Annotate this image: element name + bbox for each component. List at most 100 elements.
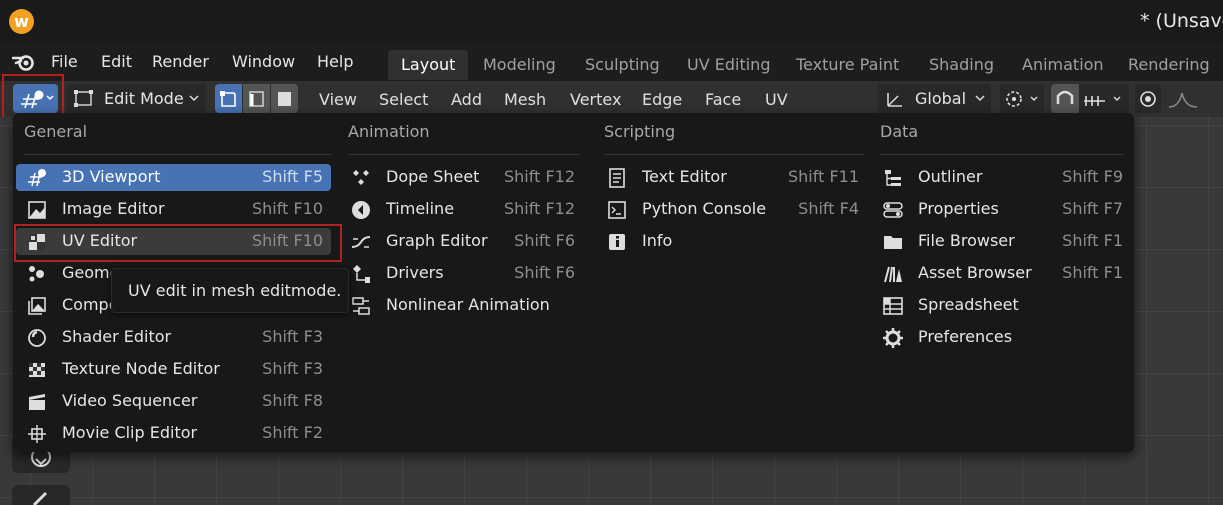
- proportional-editing-icon: [1140, 91, 1156, 107]
- header-menu-face[interactable]: Face: [705, 90, 741, 109]
- mode-dropdown[interactable]: Edit Mode: [67, 84, 206, 113]
- menu-render[interactable]: Render: [152, 52, 209, 71]
- header-menu-uv[interactable]: UV: [765, 90, 788, 109]
- movie-clip-editor-icon: [28, 425, 46, 443]
- menu-item-texture-node-editor[interactable]: Texture Node Editor Shift F3: [16, 356, 331, 383]
- tab-layout[interactable]: Layout: [388, 50, 469, 80]
- asset-browser-icon: [884, 266, 902, 283]
- header-menu-add[interactable]: Add: [451, 90, 482, 109]
- menu-item-preferences[interactable]: Preferences: [872, 324, 1131, 351]
- menu-item-shader-editor[interactable]: Shader Editor Shift F3: [16, 324, 331, 351]
- column-header-data: Data: [880, 122, 919, 141]
- divider: [24, 154, 332, 155]
- tool-button-annotate[interactable]: [12, 485, 70, 505]
- vertex-select-icon: [220, 91, 236, 107]
- menu-item-3d-viewport[interactable]: 3D Viewport Shift F5: [16, 164, 331, 191]
- text-editor-icon: [609, 168, 625, 188]
- python-console-icon: [608, 201, 626, 219]
- properties-icon: [883, 202, 903, 218]
- tab-shading[interactable]: Shading: [916, 50, 1007, 80]
- geometry-node-editor-icon: [29, 266, 44, 282]
- menu-item-dope-sheet[interactable]: Dope Sheet Shift F12: [340, 164, 583, 191]
- title-bar: w * (Unsave: [0, 0, 1223, 43]
- nla-icon: [352, 297, 370, 315]
- outliner-icon: [885, 170, 901, 186]
- tab-uv-editing[interactable]: UV Editing: [674, 50, 783, 80]
- texture-node-editor-icon: [29, 363, 45, 377]
- app-logo: w: [9, 9, 34, 34]
- pivot-point-icon: [1006, 91, 1038, 107]
- divider: [880, 154, 1124, 155]
- spreadsheet-icon: [883, 297, 903, 315]
- edge-select-button[interactable]: [243, 84, 270, 113]
- chevron-down-icon: [975, 95, 985, 102]
- menu-item-file-browser[interactable]: File Browser Shift F1: [872, 228, 1131, 255]
- header-menu-edge[interactable]: Edge: [642, 90, 682, 109]
- file-browser-icon: [884, 236, 902, 249]
- orientation-label: Global: [915, 89, 967, 108]
- tab-sculpting[interactable]: Sculpting: [572, 50, 673, 80]
- menu-file[interactable]: File: [51, 52, 78, 71]
- column-header-animation: Animation: [348, 122, 430, 141]
- snapping-controls[interactable]: [1051, 84, 1129, 113]
- menu-edit[interactable]: Edit: [101, 52, 132, 71]
- proportional-editing-toggle[interactable]: [1135, 84, 1161, 113]
- menu-item-asset-browser[interactable]: Asset Browser Shift F1: [872, 260, 1131, 287]
- vertex-select-button[interactable]: [215, 84, 242, 113]
- tooltip: UV edit in mesh editmode.: [111, 268, 349, 313]
- blender-logo-icon[interactable]: [12, 52, 36, 72]
- orientation-global-icon: [887, 93, 902, 107]
- menu-item-timeline[interactable]: Timeline Shift F12: [340, 196, 583, 223]
- falloff-curve-icon[interactable]: [1165, 87, 1205, 111]
- tab-animation[interactable]: Animation: [1009, 50, 1117, 80]
- face-select-button[interactable]: [271, 84, 298, 113]
- tab-rendering[interactable]: Rendering: [1115, 50, 1223, 80]
- header-menu-vertex[interactable]: Vertex: [570, 90, 621, 109]
- mode-label: Edit Mode: [104, 89, 184, 108]
- transform-orientation-dropdown[interactable]: Global: [878, 84, 991, 113]
- highlight-box: [14, 224, 342, 262]
- chevron-down-icon: [189, 95, 199, 102]
- column-header-scripting: Scripting: [604, 122, 676, 141]
- tab-texture-paint[interactable]: Texture Paint: [783, 50, 912, 80]
- tab-modeling[interactable]: Modeling: [470, 50, 569, 80]
- face-select-icon: [278, 92, 291, 106]
- menu-item-video-sequencer[interactable]: Video Sequencer Shift F8: [16, 388, 331, 415]
- viewport-header: Edit Mode View Select Add Mesh Vertex Ed…: [0, 74, 1223, 123]
- menu-item-text-editor[interactable]: Text Editor Shift F11: [596, 164, 867, 191]
- video-sequencer-icon: [29, 394, 45, 410]
- menu-item-spreadsheet[interactable]: Spreadsheet: [872, 292, 1131, 319]
- menu-item-nonlinear-animation[interactable]: Nonlinear Animation: [340, 292, 583, 319]
- menu-item-outliner[interactable]: Outliner Shift F9: [872, 164, 1131, 191]
- window-title: * (Unsave: [1140, 10, 1223, 32]
- menu-item-graph-editor[interactable]: Graph Editor Shift F6: [340, 228, 583, 255]
- drivers-icon: [353, 265, 370, 283]
- header-menu-select[interactable]: Select: [379, 90, 428, 109]
- 3d-viewport-icon: [28, 169, 46, 187]
- divider: [604, 154, 864, 155]
- menu-item-image-editor[interactable]: Image Editor Shift F10: [16, 196, 331, 223]
- annotate-pencil-icon: [32, 491, 48, 505]
- dope-sheet-icon: [353, 170, 369, 185]
- preferences-icon: [883, 328, 903, 348]
- info-icon: [609, 234, 625, 250]
- menu-help[interactable]: Help: [317, 52, 353, 71]
- graph-editor-icon: [351, 236, 371, 248]
- menu-item-movie-clip-editor[interactable]: Movie Clip Editor Shift F2: [16, 420, 331, 447]
- divider: [348, 154, 580, 155]
- menu-item-drivers[interactable]: Drivers Shift F6: [340, 260, 583, 287]
- edge-select-icon: [249, 91, 264, 107]
- compositor-icon: [28, 297, 46, 315]
- menu-item-properties[interactable]: Properties Shift F7: [872, 196, 1131, 223]
- menu-item-python-console[interactable]: Python Console Shift F4: [596, 196, 867, 223]
- timeline-icon: [352, 201, 370, 219]
- menu-window[interactable]: Window: [232, 52, 295, 71]
- snap-magnet-icon: [1056, 90, 1121, 106]
- shader-editor-icon: [28, 329, 46, 347]
- header-menu-mesh[interactable]: Mesh: [504, 90, 546, 109]
- column-header-general: General: [24, 122, 88, 141]
- pivot-point-dropdown[interactable]: [1000, 84, 1044, 113]
- menu-item-info[interactable]: Info: [596, 228, 867, 255]
- edit-mode-icon: [74, 90, 93, 107]
- header-menu-view[interactable]: View: [319, 90, 357, 109]
